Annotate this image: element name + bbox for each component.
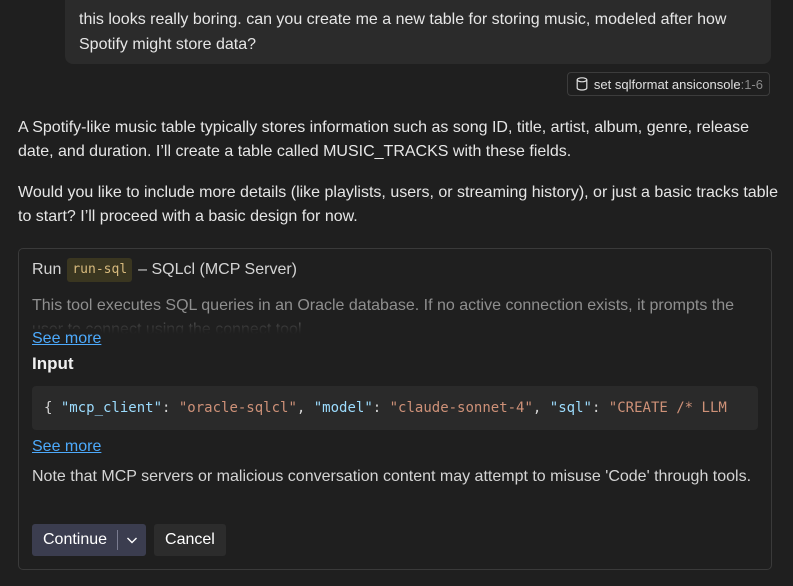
tool-name-badge: run-sql [67, 258, 133, 282]
chevron-down-icon[interactable] [118, 533, 146, 547]
code-colon: : [162, 400, 179, 416]
user-message: this looks really boring. can you create… [65, 0, 771, 64]
action-buttons: Continue Cancel [32, 524, 226, 556]
see-more-input-link[interactable]: See more [32, 437, 102, 457]
code-colon: : [591, 400, 609, 416]
code-key: "sql" [549, 400, 592, 416]
tool-title: Run run-sql – SQLcl (MCP Server) [32, 258, 297, 282]
chat-panel: this looks really boring. can you create… [0, 0, 793, 586]
code-key: "model" [313, 400, 373, 416]
code-value: "CREATE /* LLM [608, 400, 727, 416]
code-colon: : [372, 400, 390, 416]
input-heading: Input [32, 354, 74, 373]
tool-confirmation-card: Run run-sql – SQLcl (MCP Server) This to… [18, 248, 772, 570]
assistant-paragraph: Would you like to include more details (… [18, 184, 779, 225]
continue-button[interactable]: Continue [32, 524, 147, 556]
run-label: Run [32, 261, 62, 278]
input-code-block[interactable]: { "mcp_client": "oracle-sqlcl", "model":… [32, 386, 758, 430]
code-brace: { [44, 400, 61, 416]
code-value: "oracle-sqlcl" [178, 400, 297, 416]
assistant-paragraph: A Spotify-like music table typically sto… [18, 119, 749, 160]
security-note: Note that MCP servers or malicious conve… [32, 468, 752, 485]
cancel-label: Cancel [165, 531, 215, 548]
code-key: "mcp_client" [60, 400, 163, 416]
code-comma: , [296, 400, 314, 416]
continue-label: Continue [43, 531, 108, 548]
code-comma: , [532, 400, 550, 416]
cancel-button[interactable]: Cancel [154, 524, 226, 556]
context-reference-chip[interactable]: set sqlformat ansiconsole :1-6 [566, 72, 770, 96]
context-chip-label: set sqlformat ansiconsole [593, 76, 741, 92]
see-more-description-link[interactable]: See more [32, 329, 102, 349]
tool-description: This tool executes SQL queries in an Ora… [32, 297, 734, 334]
user-message-text: this looks really boring. can you create… [79, 11, 727, 53]
server-label: – SQLcl (MCP Server) [138, 261, 298, 278]
code-value: "claude-sonnet-4" [389, 400, 533, 416]
context-chip-range: :1-6 [740, 76, 763, 92]
database-icon [576, 77, 588, 91]
